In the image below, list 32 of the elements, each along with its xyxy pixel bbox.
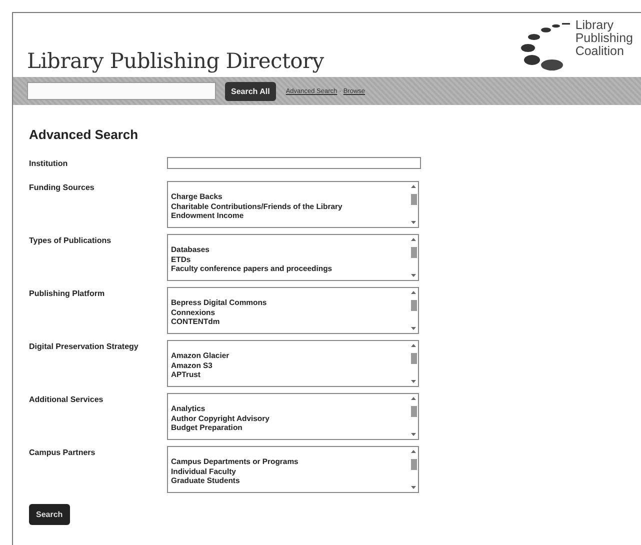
scrollbar-thumb[interactable] bbox=[410, 194, 416, 205]
scroll-down-icon[interactable] bbox=[411, 327, 416, 330]
scroll-up-icon[interactable] bbox=[411, 238, 416, 241]
scroll-up-icon[interactable] bbox=[411, 450, 416, 453]
site-title: Library Publishing Directory bbox=[27, 49, 324, 73]
field-label: Types of Publications bbox=[29, 235, 112, 247]
scrollbar-thumb[interactable] bbox=[410, 459, 416, 470]
scrollbar-thumb[interactable] bbox=[410, 406, 416, 417]
scroll-down-icon[interactable] bbox=[411, 433, 416, 436]
scrollbar-thumb[interactable] bbox=[410, 353, 416, 364]
field-label: Digital Preservation Strategy bbox=[29, 341, 140, 353]
text-field[interactable] bbox=[167, 157, 421, 169]
field-label: Additional Services bbox=[29, 394, 104, 406]
scroll-up-icon[interactable] bbox=[411, 185, 416, 188]
scroll-down-icon[interactable] bbox=[411, 486, 416, 489]
field-label: Publishing Platform bbox=[29, 288, 106, 300]
scroll-up-icon[interactable] bbox=[411, 397, 416, 400]
scroll-down-icon[interactable] bbox=[411, 221, 416, 224]
search-button[interactable]: Search bbox=[29, 504, 70, 525]
scrollbar-thumb[interactable] bbox=[410, 300, 416, 311]
field-label: Funding Sources bbox=[29, 182, 96, 194]
field-label: Campus Partners bbox=[29, 447, 96, 459]
search-field[interactable] bbox=[27, 82, 216, 100]
search-all-button[interactable]: Search All bbox=[225, 82, 276, 100]
scrollbar-thumb[interactable] bbox=[410, 247, 416, 258]
field-label: Institution bbox=[29, 158, 69, 170]
scroll-up-icon[interactable] bbox=[411, 344, 416, 347]
form-heading: Advanced Search bbox=[29, 127, 140, 142]
scroll-up-icon[interactable] bbox=[411, 291, 416, 294]
scroll-down-icon[interactable] bbox=[411, 380, 416, 383]
scroll-down-icon[interactable] bbox=[411, 274, 416, 277]
logo-text: Library Publishing Coalition bbox=[575, 19, 633, 58]
